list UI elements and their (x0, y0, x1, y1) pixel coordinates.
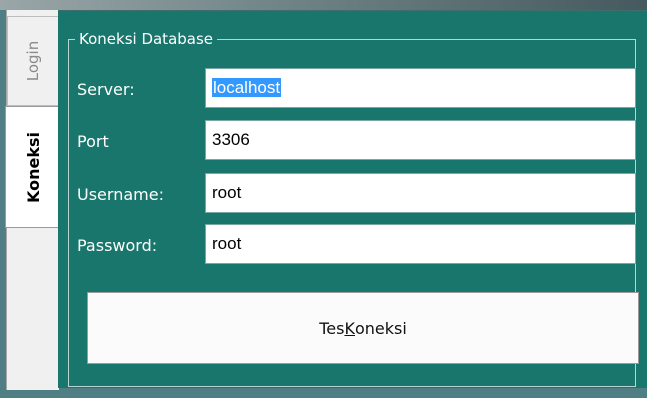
vertical-tab-strip: Login Koneksi (5, 10, 61, 390)
koneksi-database-groupbox: Koneksi Database Server: localhost Port … (68, 30, 639, 387)
tab-koneksi-label: Koneksi (24, 131, 43, 203)
tes-koneksi-label-post: oneksi (354, 318, 407, 338)
tab-login[interactable]: Login (7, 16, 59, 106)
server-input[interactable]: localhost (205, 68, 636, 108)
username-label: Username: (77, 185, 164, 204)
server-value: localhost (212, 78, 282, 97)
tab-koneksi[interactable]: Koneksi (5, 106, 61, 228)
window-frame: Login Koneksi Koneksi Database Server: l… (0, 0, 647, 398)
server-label: Server: (77, 80, 135, 99)
port-label: Port (77, 132, 109, 151)
password-input[interactable]: root (205, 224, 636, 264)
port-input[interactable]: 3306 (205, 120, 636, 160)
tes-koneksi-label-pre: Tes (319, 318, 345, 338)
password-label: Password: (77, 236, 158, 255)
tab-login-label: Login (24, 40, 43, 82)
port-value: 3306 (212, 130, 250, 149)
groupbox-title: Koneksi Database (75, 30, 218, 48)
koneksi-panel: Koneksi Database Server: localhost Port … (58, 10, 647, 388)
username-value: root (212, 183, 242, 202)
tes-koneksi-mnemonic: K (344, 318, 355, 338)
username-input[interactable]: root (205, 173, 636, 213)
tes-koneksi-button[interactable]: Tes Koneksi (87, 292, 639, 364)
window-top-edge (0, 0, 647, 10)
password-value: root (212, 234, 242, 253)
